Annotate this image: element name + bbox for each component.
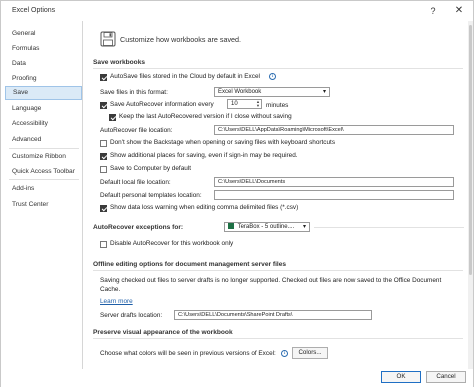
sidebar-item-data[interactable]: Data: [5, 57, 82, 71]
default-templates-location-label: Default personal templates location:: [100, 192, 202, 199]
options-sidebar: General Formulas Data Proofing Save Lang…: [1, 21, 83, 369]
colors-button[interactable]: Colors...: [292, 347, 328, 359]
section-heading-preserve-appearance: Preserve visual appearance of the workbo…: [93, 329, 233, 336]
save-format-value: Excel Workbook: [218, 89, 262, 95]
backstage-label: Don't show the Backstage when opening or…: [110, 139, 336, 146]
close-button[interactable]: ✕: [453, 5, 465, 17]
data-loss-warning-label: Show data loss warning when editing comm…: [110, 204, 299, 211]
keep-last-version-label: Keep the last AutoRecovered version if I…: [119, 113, 292, 120]
sidebar-item-quick-access-toolbar[interactable]: Quick Access Toolbar: [5, 165, 82, 179]
sidebar-item-save[interactable]: Save: [5, 86, 82, 100]
section-heading-offline-editing: Offline editing options for document man…: [93, 261, 287, 268]
chevron-down-icon: ▾: [322, 89, 326, 95]
minutes-label: minutes: [266, 102, 289, 109]
sidebar-item-general[interactable]: General: [5, 27, 82, 41]
title-bar: Excel Options ? ✕: [1, 1, 473, 21]
default-templates-location-field[interactable]: [214, 190, 454, 200]
autorecover-label: Save AutoRecover information every: [110, 101, 214, 108]
help-button[interactable]: ?: [427, 5, 439, 17]
autorecover-location-field[interactable]: C:\Users\DELL\AppData\Roaming\Microsoft\…: [214, 125, 454, 135]
dialog-footer: OK Cancel: [1, 369, 473, 388]
disable-autorecover-checkbox[interactable]: [100, 241, 107, 248]
autosave-checkbox[interactable]: [100, 74, 107, 81]
backstage-checkbox[interactable]: [100, 140, 107, 147]
info-icon[interactable]: i: [269, 73, 276, 80]
sidebar-item-customize-ribbon[interactable]: Customize Ribbon: [5, 150, 82, 164]
additional-places-label: Show additional places for saving, even …: [110, 152, 298, 159]
cancel-button[interactable]: Cancel: [426, 371, 466, 383]
sidebar-item-add-ins[interactable]: Add-ins: [5, 182, 82, 196]
sidebar-item-trust-center[interactable]: Trust Center: [5, 198, 82, 212]
server-drafts-location-field[interactable]: C:\Users\DELL\Documents\SharePoint Draft…: [174, 310, 372, 320]
sidebar-item-accessibility[interactable]: Accessibility: [5, 117, 82, 131]
section-divider: [93, 68, 463, 69]
sidebar-item-proofing[interactable]: Proofing: [5, 72, 82, 86]
disable-autorecover-label: Disable AutoRecover for this workbook on…: [110, 240, 234, 247]
workbook-select-dropdown[interactable]: TeraBox - 5 outline.... ▾: [224, 222, 310, 232]
section-heading-save-workbooks: Save workbooks: [93, 59, 146, 66]
sidebar-item-language[interactable]: Language: [5, 102, 82, 116]
learn-more-link[interactable]: Learn more: [100, 298, 133, 305]
excel-workbook-icon: [228, 223, 234, 229]
additional-places-checkbox[interactable]: [100, 153, 107, 160]
spinner-arrows-icon[interactable]: ▲ ▼: [256, 100, 260, 108]
page-header: Customize how workbooks are saved.: [120, 35, 242, 44]
autorecover-location-label: AutoRecover file location:: [100, 127, 173, 134]
autorecover-checkbox[interactable]: [100, 102, 107, 109]
autorecover-exceptions-label: AutoRecover exceptions for:: [93, 224, 184, 231]
save-settings-panel: Customize how workbooks are saved. Save …: [84, 21, 468, 369]
section-divider: [93, 338, 463, 339]
colors-label: Choose what colors will be seen in previ…: [100, 350, 276, 357]
offline-description: Saving checked out files to server draft…: [100, 277, 442, 293]
save-to-computer-label: Save to Computer by default: [110, 165, 191, 172]
default-local-location-field[interactable]: C:\Users\DELL\Documents: [214, 177, 454, 187]
info-icon[interactable]: i: [281, 350, 288, 357]
data-loss-warning-checkbox[interactable]: [100, 205, 107, 212]
autorecover-minutes-value: 10: [231, 101, 238, 107]
sidebar-item-formulas[interactable]: Formulas: [5, 42, 82, 56]
chevron-down-icon: ▾: [302, 224, 306, 230]
excel-options-dialog: Excel Options ? ✕ General Formulas Data …: [0, 0, 474, 388]
autorecover-minutes-spinner[interactable]: 10 ▲ ▼: [227, 99, 262, 109]
default-local-location-label: Default local file location:: [100, 179, 171, 186]
save-format-label: Save files in this format:: [100, 89, 168, 96]
section-divider: [314, 227, 464, 228]
dialog-title: Excel Options: [12, 7, 56, 14]
sidebar-divider: [9, 179, 79, 180]
save-to-computer-checkbox[interactable]: [100, 166, 107, 173]
save-format-dropdown[interactable]: Excel Workbook ▾: [214, 87, 330, 97]
floppy-disk-icon: [100, 31, 116, 47]
sidebar-item-advanced[interactable]: Advanced: [5, 133, 82, 147]
autosave-label: AutoSave files stored in the Cloud by de…: [110, 73, 260, 80]
sidebar-divider: [9, 148, 79, 149]
scrollbar-thumb[interactable]: [469, 25, 472, 275]
keep-last-version-checkbox[interactable]: [109, 114, 116, 121]
ok-button[interactable]: OK: [381, 371, 421, 383]
server-drafts-location-label: Server drafts location:: [100, 312, 163, 319]
workbook-select-value: TeraBox - 5 outline....: [237, 224, 295, 230]
section-divider: [93, 270, 463, 271]
